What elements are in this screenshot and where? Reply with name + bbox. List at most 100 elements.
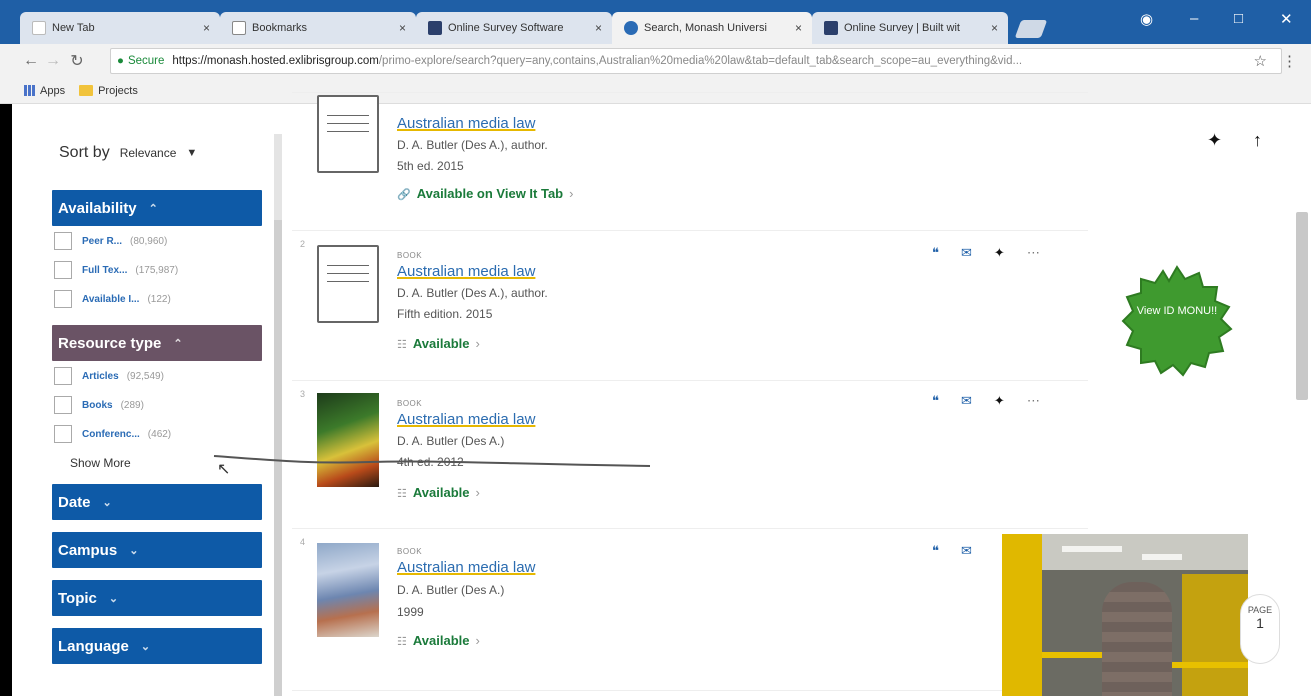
pinned-items-icon[interactable]: ✦	[1207, 130, 1222, 151]
close-icon[interactable]: ×	[595, 21, 602, 35]
menu-kebab-icon[interactable]: ⋮	[1282, 52, 1297, 70]
back-icon[interactable]: ←	[20, 52, 42, 70]
facet-item-label: Conferenc...	[82, 428, 140, 440]
close-icon[interactable]: ×	[795, 21, 802, 35]
sidebar-scrollbar[interactable]	[274, 134, 282, 696]
email-icon[interactable]: ✉	[961, 245, 972, 261]
close-icon[interactable]: ×	[203, 21, 210, 35]
close-window-icon[interactable]: ✕	[1280, 10, 1293, 28]
email-icon[interactable]: ✉	[961, 543, 972, 559]
result-title-link[interactable]: Australian media law	[397, 559, 535, 576]
citation-icon[interactable]: ❝	[932, 245, 939, 261]
facet-language[interactable]: Language ⌄	[52, 628, 262, 664]
facet-item-label: Peer R...	[82, 235, 123, 247]
checkbox[interactable]	[54, 290, 72, 308]
facet-availability[interactable]: Availability ⌃	[52, 190, 262, 226]
result-author: D. A. Butler (Des A.), author.	[397, 286, 548, 300]
citation-icon[interactable]: ❝	[932, 393, 939, 409]
maximize-icon[interactable]: □	[1234, 10, 1243, 27]
tab-bookmarks[interactable]: Bookmarks ×	[220, 12, 416, 44]
book-cover-image	[317, 543, 379, 637]
availability-link[interactable]: ☷ Available ›	[397, 633, 480, 648]
facet-item-conference[interactable]: Conferenc... (462)	[54, 425, 171, 443]
navigation-bar: ← → ↻ ● Secure https://monash.hosted.exl…	[0, 44, 1311, 78]
sort-select[interactable]: Relevance	[120, 146, 177, 160]
facet-item-articles[interactable]: Articles (92,549)	[54, 367, 164, 385]
page-scrollbar-thumb[interactable]	[1296, 212, 1308, 400]
checkbox[interactable]	[54, 396, 72, 414]
pin-icon[interactable]: ✦	[994, 245, 1005, 261]
email-icon[interactable]: ✉	[961, 393, 972, 409]
bookmark-projects[interactable]: Projects	[79, 85, 138, 97]
result-edition: 1999	[397, 605, 424, 619]
reload-icon[interactable]: ↻	[66, 51, 88, 71]
result-type: BOOK	[397, 399, 423, 408]
result-item[interactable]: 4 BOOK Australian media law D. A. Butler…	[292, 528, 1088, 688]
page-indicator: PAGE 1	[1240, 594, 1280, 664]
star-icon[interactable]: ☆	[1254, 52, 1267, 70]
window-edge	[0, 104, 12, 696]
facet-item-count: (80,960)	[130, 235, 168, 247]
tab-label: Bookmarks	[252, 22, 308, 34]
checkbox[interactable]	[54, 261, 72, 279]
mouse-cursor-icon: ↖	[217, 461, 231, 478]
back-to-top-icon[interactable]: ↑	[1253, 130, 1262, 151]
result-actions: ❝ ✉ ✦ ⋯	[932, 245, 1040, 261]
facet-item-books[interactable]: Books (289)	[54, 396, 144, 414]
result-item[interactable]: Australian media law D. A. Butler (Des A…	[292, 92, 1088, 230]
more-options-icon[interactable]: ⋯	[1027, 393, 1040, 409]
facet-item-label: Available I...	[82, 293, 140, 305]
caret-down-icon[interactable]: ▼	[186, 147, 197, 159]
webcam-overlay	[1002, 534, 1248, 696]
availability-link[interactable]: ☷ Available ›	[397, 485, 480, 500]
folder-icon	[79, 85, 94, 96]
bookmark-apps[interactable]: Apps	[24, 85, 65, 97]
checkbox[interactable]	[54, 367, 72, 385]
more-options-icon[interactable]: ⋯	[1027, 245, 1040, 261]
result-title-link[interactable]: Australian media law	[397, 263, 535, 280]
result-title-link[interactable]: Australian media law	[397, 115, 535, 132]
bookmark-page-icon	[232, 21, 246, 35]
next-result-edge	[292, 690, 1088, 696]
availability-link[interactable]: 🔗 Available on View It Tab ›	[397, 186, 573, 201]
facet-item-full-text[interactable]: Full Tex... (175,987)	[54, 261, 178, 279]
checkbox[interactable]	[54, 425, 72, 443]
facet-title: Language	[58, 637, 129, 655]
tab-online-survey-software[interactable]: Online Survey Software ×	[416, 12, 612, 44]
show-more-link[interactable]: Show More	[70, 456, 131, 470]
checkbox[interactable]	[54, 232, 72, 250]
minimize-icon[interactable]: –	[1190, 10, 1198, 27]
chevron-right-icon: ›	[475, 633, 480, 648]
survey-logo-icon	[428, 21, 442, 35]
result-type: BOOK	[397, 251, 423, 260]
close-icon[interactable]: ×	[991, 21, 998, 35]
citation-icon[interactable]: ❝	[932, 543, 939, 559]
facet-campus[interactable]: Campus ⌄	[52, 532, 262, 568]
tab-search-monash[interactable]: Search, Monash Universi ×	[612, 12, 812, 44]
pin-icon[interactable]: ✦	[994, 393, 1005, 409]
result-item[interactable]: 2 BOOK Australian media law D. A. Butler…	[292, 230, 1088, 380]
facet-item-label: Books	[82, 399, 113, 411]
bookmark-label: Apps	[40, 84, 66, 97]
close-icon[interactable]: ×	[399, 21, 406, 35]
tab-online-survey[interactable]: Online Survey | Built wit ×	[812, 12, 1008, 44]
profile-icon[interactable]: ◉	[1140, 10, 1153, 28]
address-bar[interactable]: ● Secure https://monash.hosted.exlibrisg…	[110, 48, 1282, 74]
new-tab-button[interactable]	[1014, 20, 1048, 38]
facet-resource-type[interactable]: Resource type ⌃	[52, 325, 262, 361]
forward-icon[interactable]: →	[42, 52, 64, 70]
tab-new-tab[interactable]: New Tab ×	[20, 12, 220, 44]
facet-topic[interactable]: Topic ⌄	[52, 580, 262, 616]
result-title-link[interactable]: Australian media law	[397, 411, 535, 428]
facet-title: Availability	[58, 199, 137, 217]
facet-item-available-in-library[interactable]: Available I... (122)	[54, 290, 171, 308]
search-results-page: Sort by Relevance ▼ Availability ⌃ Peer …	[0, 92, 1311, 696]
facet-title: Resource type	[58, 334, 162, 352]
page-indicator-number: 1	[1256, 615, 1264, 631]
result-number: 2	[300, 239, 306, 249]
tab-label: Search, Monash Universi	[644, 22, 767, 34]
availability-link[interactable]: ☷ Available ›	[397, 336, 480, 351]
facet-date[interactable]: Date ⌄	[52, 484, 262, 520]
facet-item-peer-reviewed[interactable]: Peer R... (80,960)	[54, 232, 167, 250]
book-cover-image	[317, 393, 379, 487]
